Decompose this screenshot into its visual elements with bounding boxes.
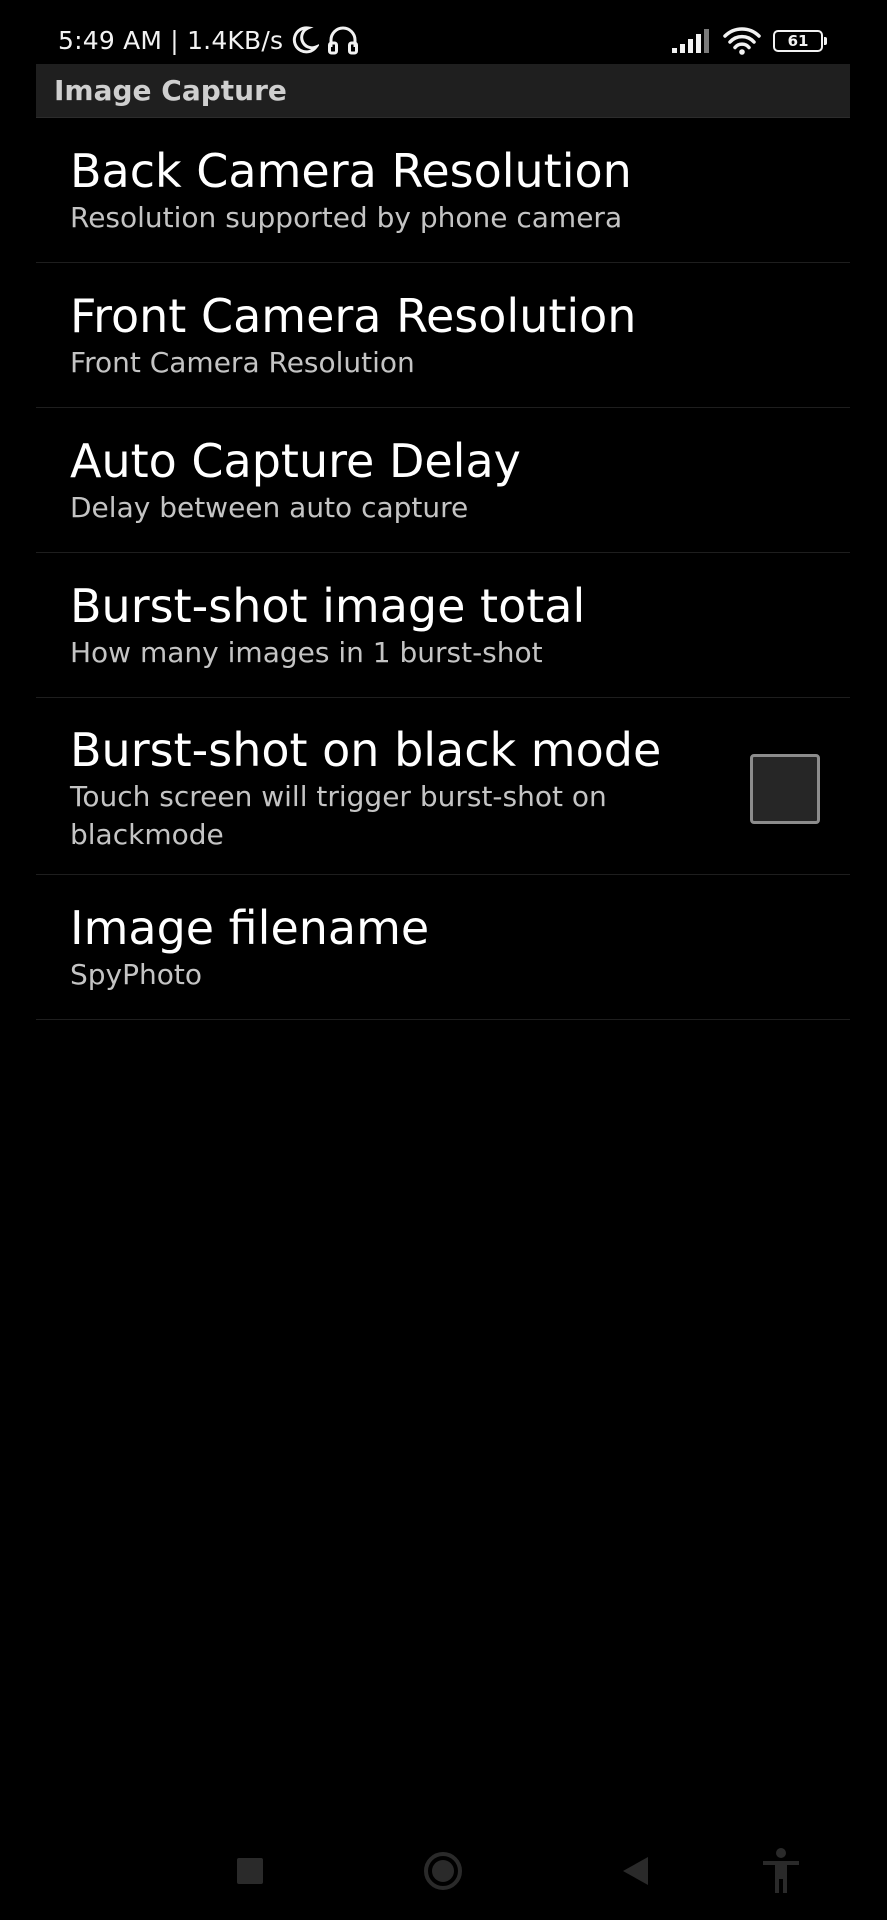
back-button[interactable] — [612, 1846, 658, 1896]
recents-square-icon — [237, 1858, 263, 1884]
burst-shot-black-mode-checkbox[interactable] — [750, 754, 820, 824]
pref-summary: How many images in 1 burst-shot — [70, 636, 543, 669]
home-circle-icon — [424, 1852, 462, 1890]
pref-title: Burst-shot image total — [70, 579, 586, 633]
wifi-icon — [723, 27, 761, 55]
pref-summary: Touch screen will trigger burst-shot on … — [70, 780, 607, 851]
pref-title: Back Camera Resolution — [70, 144, 632, 198]
pref-summary: Front Camera Resolution — [70, 346, 415, 379]
pref-auto-capture-delay[interactable]: Auto Capture Delay Delay between auto ca… — [36, 408, 850, 553]
status-right: 61 — [671, 24, 827, 58]
pref-summary: SpyPhoto — [70, 958, 202, 991]
category-header: Image Capture — [36, 64, 850, 118]
pref-front-camera-resolution[interactable]: Front Camera Resolution Front Camera Res… — [36, 263, 850, 408]
home-button[interactable] — [418, 1846, 468, 1896]
back-triangle-icon — [623, 1857, 648, 1885]
pref-title: Front Camera Resolution — [70, 289, 637, 343]
status-left: 5:49 AM | 1.4KB/s — [58, 22, 359, 58]
moon-icon — [293, 26, 320, 54]
recents-button[interactable] — [222, 1846, 278, 1896]
preference-list: Back Camera Resolution Resolution suppor… — [36, 118, 850, 1020]
battery-icon: 61 — [773, 30, 827, 52]
pref-title: Image filename — [70, 901, 430, 955]
status-time-speed: 5:49 AM | 1.4KB/s — [58, 25, 284, 55]
navigation-bar — [0, 1830, 887, 1920]
category-title: Image Capture — [54, 74, 287, 107]
pref-burst-shot-image-total[interactable]: Burst-shot image total How many images i… — [36, 553, 850, 698]
pref-back-camera-resolution[interactable]: Back Camera Resolution Resolution suppor… — [36, 118, 850, 263]
headphones-icon — [328, 26, 359, 55]
pref-burst-shot-black-mode[interactable]: Burst-shot on black mode Touch screen wi… — [36, 698, 850, 875]
accessibility-icon — [763, 1848, 799, 1893]
pref-summary: Resolution supported by phone camera — [70, 201, 623, 234]
signal-icon — [672, 29, 709, 53]
pref-title: Burst-shot on black mode — [70, 723, 662, 777]
accessibility-button[interactable] — [756, 1846, 806, 1896]
battery-level: 61 — [787, 32, 809, 50]
status-bar: 5:49 AM | 1.4KB/s 61 — [0, 0, 887, 62]
pref-title: Auto Capture Delay — [70, 434, 521, 488]
pref-summary: Delay between auto capture — [70, 491, 469, 524]
pref-image-filename[interactable]: Image filename SpyPhoto — [36, 875, 850, 1020]
